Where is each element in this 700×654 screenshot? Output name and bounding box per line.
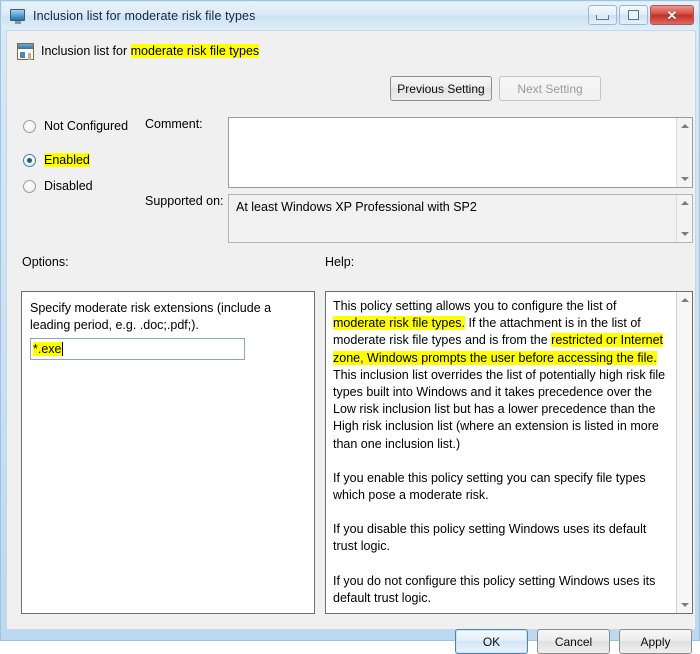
input-value: *.exe bbox=[33, 342, 62, 356]
options-panel: Specify moderate risk extensions (includ… bbox=[21, 291, 315, 614]
help-text: This policy setting allows you to config… bbox=[326, 292, 677, 613]
radio-indicator bbox=[23, 119, 36, 133]
help-paragraph: If you enable this policy setting you ca… bbox=[333, 470, 671, 504]
next-setting-button: Next Setting bbox=[499, 76, 601, 101]
title-bar: Inclusion list for moderate risk file ty… bbox=[2, 2, 698, 30]
radio-not-configured[interactable]: Not Configured bbox=[23, 119, 128, 133]
setting-title-highlight: moderate risk file types bbox=[130, 44, 260, 58]
comment-scrollbar[interactable] bbox=[676, 118, 692, 187]
minimize-button[interactable] bbox=[588, 5, 617, 25]
scroll-up-icon[interactable] bbox=[677, 292, 693, 308]
apply-button[interactable]: Apply bbox=[619, 629, 692, 654]
close-button[interactable]: ✕ bbox=[650, 5, 694, 25]
ok-button[interactable]: OK bbox=[455, 629, 528, 654]
help-scrollbar[interactable] bbox=[676, 292, 692, 613]
help-paragraph: If you disable this policy setting Windo… bbox=[333, 521, 671, 555]
help-highlight: moderate risk file types. bbox=[333, 316, 465, 331]
moderate-risk-extensions-input[interactable]: *.exe bbox=[30, 338, 245, 360]
supported-on-value: At least Windows XP Professional with SP… bbox=[236, 200, 477, 214]
policy-setting-dialog: Inclusion list for moderate risk file ty… bbox=[0, 0, 700, 654]
help-paragraph: This policy setting allows you to config… bbox=[333, 298, 671, 453]
radio-label: Disabled bbox=[44, 179, 93, 193]
supported-on-field: At least Windows XP Professional with SP… bbox=[228, 194, 693, 243]
help-text-run: If you do not configure this policy sett… bbox=[333, 573, 656, 605]
policy-document-icon bbox=[17, 43, 35, 61]
supported-on-label: Supported on: bbox=[145, 194, 224, 208]
radio-label: Not Configured bbox=[44, 119, 129, 133]
close-icon: ✕ bbox=[666, 7, 678, 23]
setting-header: Inclusion list for moderate risk file ty… bbox=[7, 31, 695, 77]
radio-indicator bbox=[23, 153, 36, 167]
comment-label: Comment: bbox=[145, 117, 203, 131]
window-title: Inclusion list for moderate risk file ty… bbox=[33, 9, 256, 23]
previous-setting-button[interactable]: Previous Setting bbox=[390, 76, 492, 101]
radio-disabled[interactable]: Disabled bbox=[23, 179, 93, 193]
help-text-run: This inclusion list overrides the list o… bbox=[333, 367, 666, 451]
scroll-down-icon[interactable] bbox=[677, 597, 693, 613]
scroll-down-icon[interactable] bbox=[677, 226, 692, 242]
help-panel: This policy setting allows you to config… bbox=[325, 291, 693, 614]
cancel-button[interactable]: Cancel bbox=[537, 629, 610, 654]
radio-indicator bbox=[23, 179, 36, 193]
scroll-down-icon[interactable] bbox=[677, 171, 692, 187]
dialog-client-area: Inclusion list for moderate risk file ty… bbox=[6, 30, 696, 654]
help-text-run: If you enable this policy setting you ca… bbox=[333, 470, 646, 503]
monitor-icon bbox=[10, 8, 26, 24]
text-caret bbox=[61, 342, 63, 356]
help-text-run: This policy setting allows you to config… bbox=[333, 299, 617, 313]
maximize-button[interactable] bbox=[619, 5, 648, 25]
supported-on-scrollbar[interactable] bbox=[676, 195, 692, 242]
help-paragraph: If you do not configure this policy sett… bbox=[333, 573, 671, 607]
setting-title-prefix: Inclusion list for bbox=[41, 44, 131, 58]
radio-enabled[interactable]: Enabled bbox=[23, 153, 90, 167]
window-controls: ✕ bbox=[588, 5, 694, 25]
minimize-icon bbox=[596, 15, 609, 20]
radio-label: Enabled bbox=[44, 153, 90, 167]
maximize-icon bbox=[628, 10, 639, 20]
options-label: Options: bbox=[22, 255, 69, 269]
scroll-up-icon[interactable] bbox=[677, 195, 692, 211]
options-description: Specify moderate risk extensions (includ… bbox=[30, 301, 272, 332]
comment-input[interactable] bbox=[228, 117, 693, 188]
help-text-run: If you disable this policy setting Windo… bbox=[333, 522, 647, 554]
setting-title: Inclusion list for moderate risk file ty… bbox=[41, 44, 260, 58]
scroll-up-icon[interactable] bbox=[677, 118, 692, 134]
help-label: Help: bbox=[325, 255, 355, 269]
